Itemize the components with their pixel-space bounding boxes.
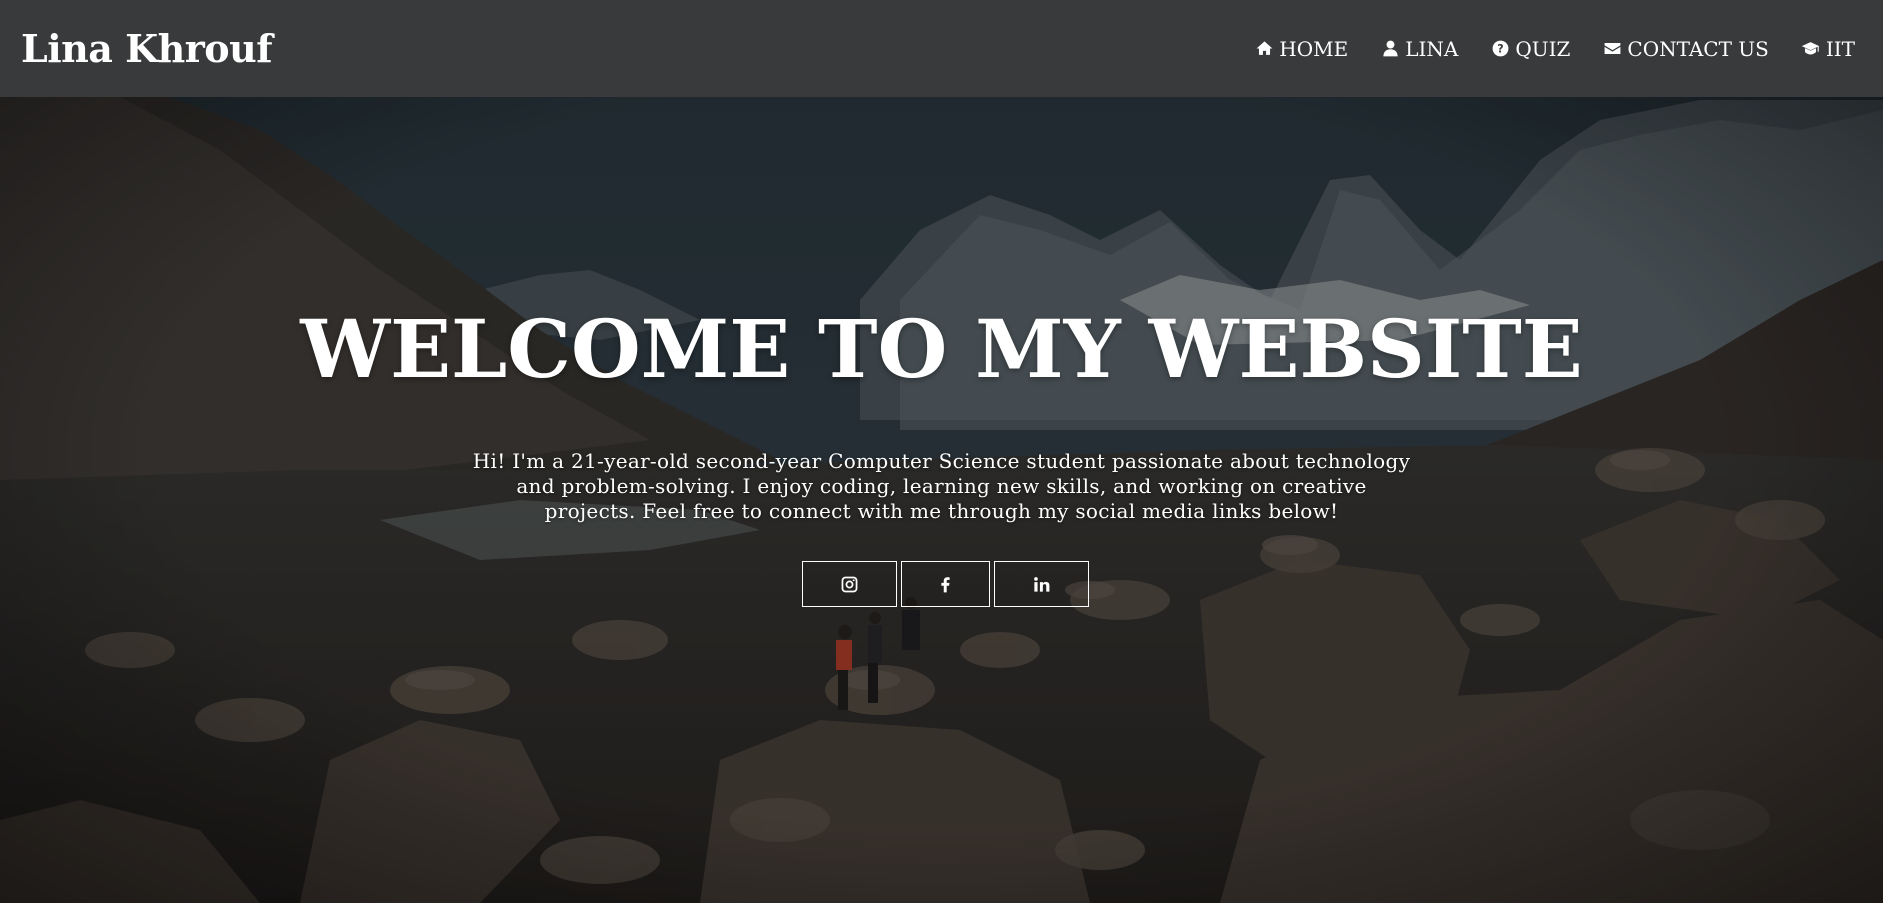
nav-links: HOME LINA ? QUIZ CONTACT US IIT bbox=[1254, 37, 1855, 61]
nav-link-iit[interactable]: IIT bbox=[1801, 37, 1855, 61]
intro-line: and problem-solving. I enjoy coding, lea… bbox=[516, 474, 1367, 498]
linkedin-button[interactable] bbox=[994, 561, 1089, 607]
linkedin-icon bbox=[1034, 576, 1050, 592]
question-circle-icon: ? bbox=[1490, 39, 1510, 59]
user-icon bbox=[1380, 39, 1400, 59]
nav-link-quiz[interactable]: ? QUIZ bbox=[1490, 37, 1570, 61]
brand-logo[interactable]: Lina Khrouf bbox=[21, 26, 273, 71]
nav-link-lina[interactable]: LINA bbox=[1380, 37, 1458, 61]
social-links bbox=[802, 561, 1089, 607]
nav-link-contact-us[interactable]: CONTACT US bbox=[1602, 36, 1769, 61]
nav-link-label: IIT bbox=[1825, 36, 1855, 61]
nav-link-label: CONTACT US bbox=[1627, 36, 1769, 61]
intro-line: projects. Feel free to connect with me t… bbox=[544, 499, 1339, 523]
hero-intro-text: Hi! I'm a 21-year-old second-year Comput… bbox=[470, 449, 1413, 524]
facebook-button[interactable] bbox=[901, 561, 990, 607]
hero-title: WELCOME TO MY WEBSITE bbox=[300, 302, 1583, 396]
instagram-button[interactable] bbox=[802, 561, 897, 607]
nav-link-label: HOME bbox=[1279, 36, 1349, 61]
nav-link-label: QUIZ bbox=[1515, 36, 1571, 61]
intro-line: Hi! I'm a 21-year-old second-year Comput… bbox=[472, 449, 1411, 473]
nav-link-home[interactable]: HOME bbox=[1254, 37, 1348, 61]
svg-text:?: ? bbox=[1497, 42, 1503, 55]
hero-section: WELCOME TO MY WEBSITE Hi! I'm a 21-year-… bbox=[0, 97, 1883, 903]
instagram-icon bbox=[841, 576, 858, 592]
facebook-icon bbox=[941, 576, 950, 592]
nav-link-label: LINA bbox=[1405, 36, 1459, 61]
home-icon bbox=[1254, 39, 1274, 59]
envelope-icon bbox=[1602, 39, 1622, 59]
graduation-cap-icon bbox=[1801, 39, 1821, 59]
navbar: Lina Khrouf HOME LINA ? QUIZ CONTACT US bbox=[0, 0, 1883, 97]
